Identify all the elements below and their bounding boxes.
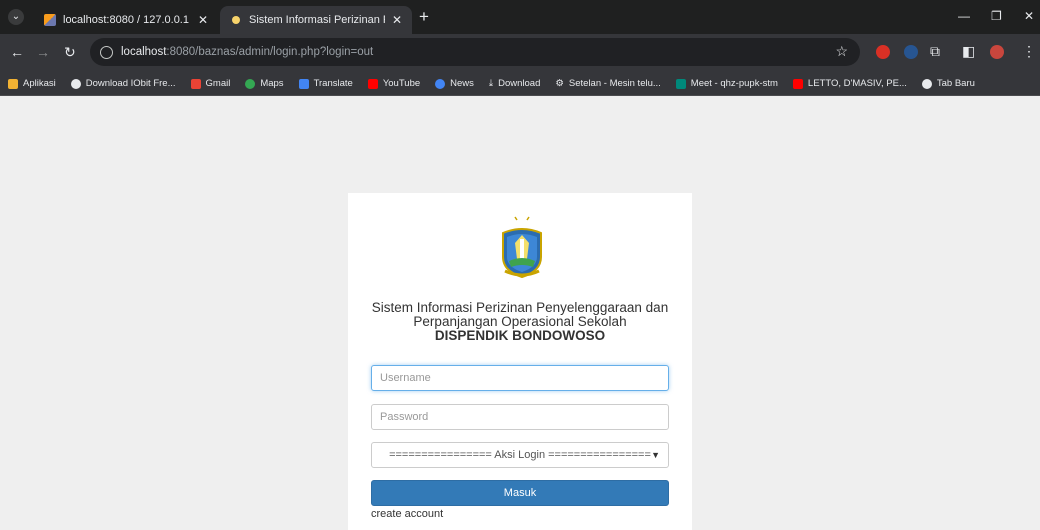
window-close-icon[interactable]: ✕ [1024, 9, 1034, 23]
app-title-line: Perpanjangan Operasional Sekolah [413, 314, 627, 329]
tab-close-icon[interactable]: ✕ [392, 13, 402, 27]
tab-title: Sistem Informasi Perizinan Peny [249, 14, 385, 26]
app-title: Sistem Informasi Perizinan Penyelenggara… [348, 301, 692, 343]
page-content: Sistem Informasi Perizinan Penyelenggara… [0, 97, 1040, 530]
chevron-down-icon: ▼ [651, 450, 660, 460]
address-bar[interactable]: localhost:8080/baznas/admin/login.php?lo… [90, 38, 860, 66]
bookmark-gmail[interactable]: Gmail [190, 78, 230, 89]
login-action-value: ================ Aksi Login ============… [389, 449, 651, 461]
username-input[interactable] [371, 365, 669, 391]
tab-phpmyadmin[interactable]: localhost:8080 / 127.0.0.1 | php ✕ [34, 6, 218, 34]
bookmark-tab-baru[interactable]: Tab Baru [921, 78, 975, 89]
phpmyadmin-favicon-icon [44, 14, 56, 26]
menu-kebab-icon[interactable]: ⋮ [1022, 43, 1036, 60]
bookmark-aplikasi[interactable]: Aplikasi [8, 78, 56, 89]
bookmark-maps[interactable]: Maps [245, 78, 284, 89]
tab-sistem-informasi[interactable]: Sistem Informasi Perizinan Peny ✕ [220, 6, 412, 34]
url-host: localhost [121, 46, 167, 58]
new-tab-button[interactable]: + [419, 7, 429, 27]
site-info-icon[interactable] [100, 45, 113, 59]
news-icon [435, 78, 446, 89]
restore-icon[interactable]: ❐ [991, 9, 1002, 23]
extensions-puzzle-icon[interactable]: ⧉ [930, 43, 940, 60]
forward-icon[interactable]: → [36, 44, 50, 60]
bookmark-setelan[interactable]: ⚙ Setelan - Mesin telu... [555, 78, 660, 89]
url-path: :8080/baznas/admin/login.php?login=out [166, 46, 374, 58]
minimize-icon[interactable]: — [958, 9, 970, 23]
maps-icon [245, 78, 256, 89]
apps-grid-icon [8, 78, 18, 89]
gear-icon: ⚙ [555, 78, 564, 89]
back-icon[interactable]: ← [10, 44, 24, 60]
app-title-line: Sistem Informasi Perizinan Penyelenggara… [371, 300, 669, 315]
tab-strip: ⌄ localhost:8080 / 127.0.0.1 | php ✕ Sis… [0, 0, 1040, 34]
side-panel-icon[interactable]: ◧ [962, 43, 975, 60]
bookmark-download[interactable]: ⤓ Download [489, 78, 540, 89]
tab-close-icon[interactable]: ✕ [198, 13, 208, 27]
bookmark-iobit[interactable]: Download IObit Fre... [70, 78, 176, 89]
bookmark-letto[interactable]: LETTO, D'MASIV, PE... [792, 78, 907, 89]
bookmarks-bar: Aplikasi Download IObit Fre... Gmail Map… [0, 72, 1040, 96]
meet-icon [675, 78, 686, 89]
bookmark-star-icon[interactable]: ☆ [835, 43, 848, 60]
extension-icon[interactable] [876, 45, 890, 59]
globe-icon [921, 78, 932, 89]
profile-avatar[interactable] [990, 45, 1004, 59]
organization-name: DISPENDIK BONDOWOSO [434, 328, 606, 343]
login-button[interactable]: Masuk [371, 480, 669, 506]
bookmark-meet[interactable]: Meet - qhz-pupk-stm [675, 78, 778, 89]
globe-icon [70, 78, 81, 89]
password-input[interactable] [371, 404, 669, 430]
login-panel: Sistem Informasi Perizinan Penyelenggara… [348, 193, 692, 530]
login-action-select[interactable]: ================ Aksi Login ============… [371, 442, 669, 468]
create-account-link[interactable]: create account [371, 508, 443, 520]
youtube-icon [367, 78, 378, 89]
bookmark-news[interactable]: News [435, 78, 474, 89]
gmail-icon [190, 78, 201, 89]
translate-icon [298, 78, 309, 89]
tab-title: localhost:8080 / 127.0.0.1 | php [63, 14, 191, 26]
tab-search-icon[interactable]: ⌄ [8, 9, 24, 25]
bookmark-youtube[interactable]: YouTube [367, 78, 420, 89]
bookmark-translate[interactable]: Translate [298, 78, 353, 89]
extension-icon[interactable] [904, 45, 918, 59]
site-favicon-icon [232, 16, 240, 24]
reload-icon[interactable]: ↻ [64, 44, 76, 61]
download-icon: ⤓ [488, 78, 494, 89]
youtube-icon [792, 78, 803, 89]
toolbar: ← → ↻ localhost:8080/baznas/admin/login.… [0, 34, 1040, 72]
jawa-timur-emblem-logo [502, 216, 542, 279]
